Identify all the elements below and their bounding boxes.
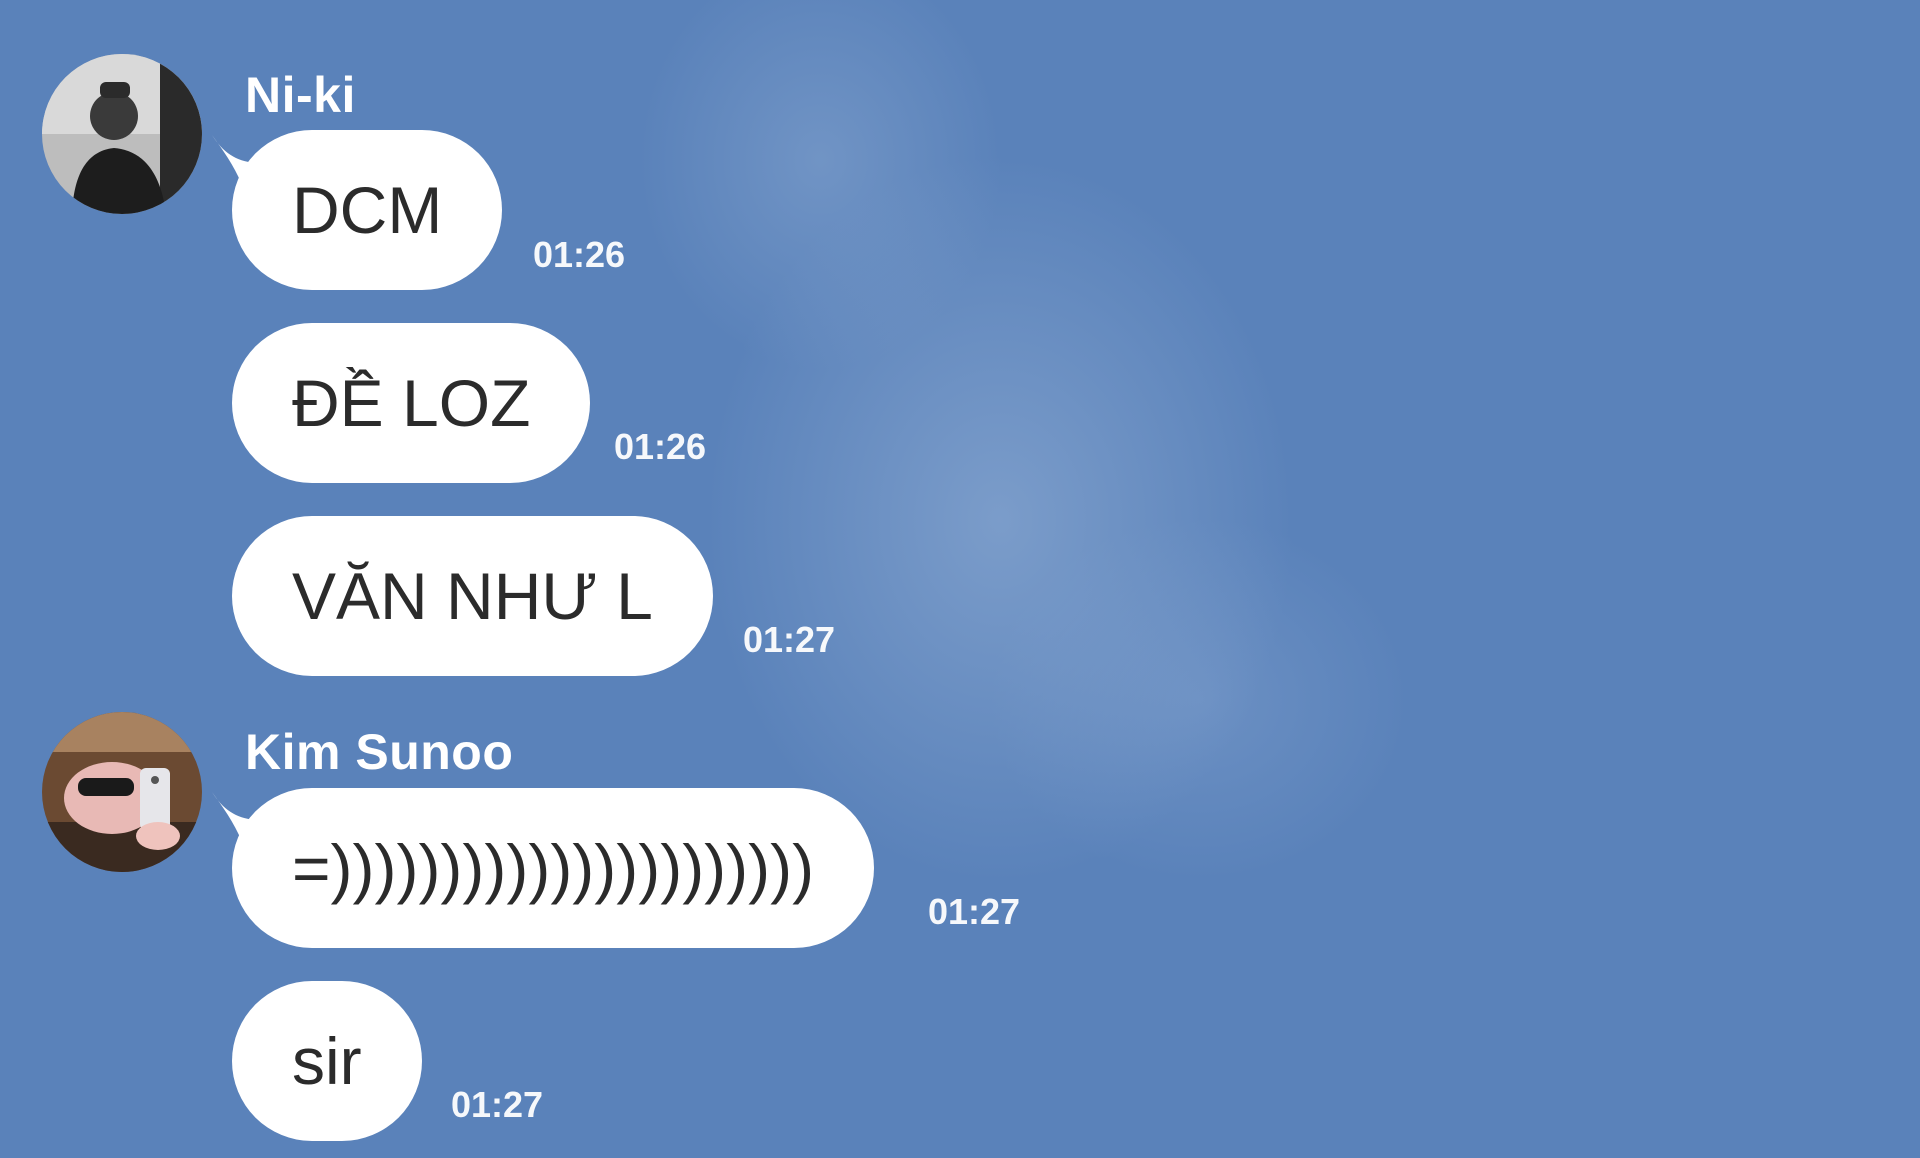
avatar-ni-ki[interactable]	[42, 54, 202, 214]
message-timestamp: 01:26	[533, 234, 626, 275]
message-text: sir	[292, 1024, 362, 1098]
message-bubble[interactable]: ĐỀ LOZ	[232, 323, 591, 483]
sender-name-ni-ki: Ni-ki	[245, 67, 356, 123]
message-timestamp: 01:27	[928, 891, 1021, 932]
avatar-kim-sunoo[interactable]	[42, 712, 202, 872]
user-avatar-icon	[42, 54, 202, 214]
message-bubble[interactable]: =))))))))))))))))))))))	[232, 788, 875, 948]
message-bubble[interactable]: sir	[232, 981, 422, 1141]
message-text: =))))))))))))))))))))))	[292, 831, 815, 905]
message-text: ĐỀ LOZ	[292, 366, 531, 440]
message-text: DCM	[292, 173, 443, 247]
message-timestamp: 01:27	[451, 1084, 544, 1125]
message-text: VĂN NHƯ L	[292, 559, 653, 633]
message-timestamp: 01:26	[614, 426, 707, 467]
message-bubble[interactable]: DCM	[232, 130, 503, 290]
sender-name-kim-sunoo: Kim Sunoo	[245, 724, 514, 780]
message-bubble[interactable]: VĂN NHƯ L	[232, 516, 713, 676]
user-avatar-icon	[42, 712, 202, 872]
message-timestamp: 01:27	[743, 619, 836, 660]
